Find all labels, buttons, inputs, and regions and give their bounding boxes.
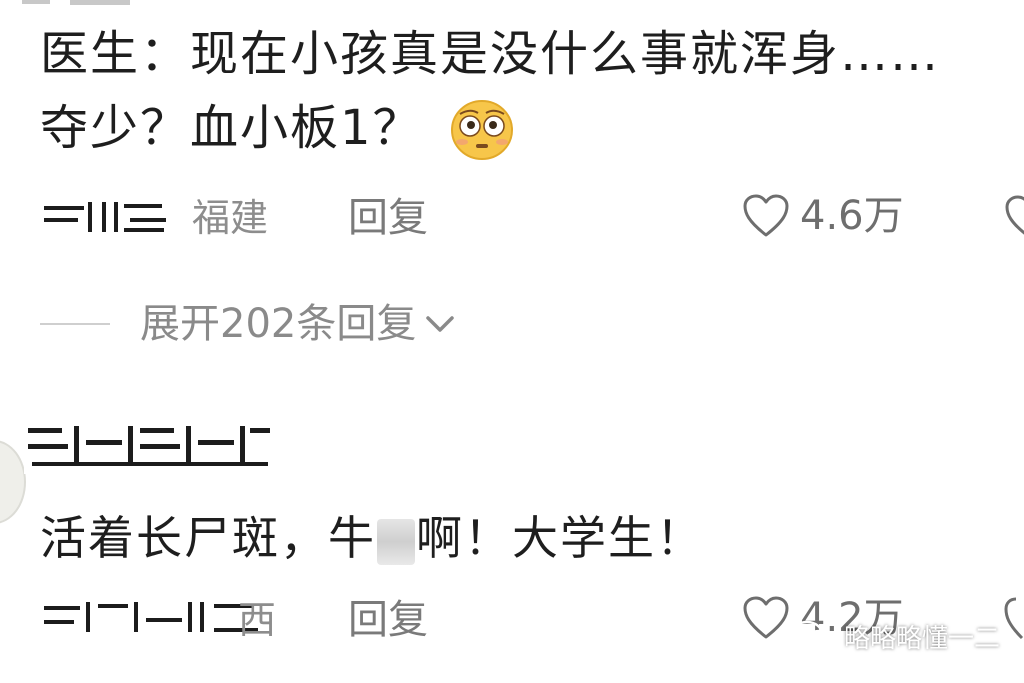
- comment-text-part1: 活着长尸斑，牛: [40, 511, 376, 565]
- heart-icon: [743, 596, 789, 639]
- comment-location: 福建: [192, 196, 269, 240]
- expand-replies[interactable]: 展开202条回复: [40, 300, 458, 348]
- like-count: 4.6万: [800, 193, 904, 239]
- dislike-icon[interactable]: [1004, 194, 1024, 240]
- watermark: 略略略懂一二: [790, 618, 1000, 655]
- username-redacted[interactable]: [24, 418, 274, 474]
- divider-line: [40, 323, 110, 325]
- reply-button[interactable]: 回复: [348, 194, 428, 242]
- reply-button[interactable]: 回复: [348, 596, 428, 644]
- flushed-face-emoji: [451, 100, 513, 160]
- wechat-icon: [790, 620, 834, 652]
- comment-text-line2: 夺少？血小板1？: [40, 100, 423, 156]
- dislike-icon[interactable]: [1004, 596, 1024, 642]
- expand-replies-label: 展开202条回复: [140, 301, 417, 347]
- obscured-character: [377, 518, 415, 565]
- comment-location: 西: [238, 598, 277, 642]
- previous-username-fragment: [0, 0, 150, 14]
- chevron-down-icon: [426, 316, 455, 332]
- avatar[interactable]: [0, 440, 26, 524]
- watermark-text: 略略略懂一二: [844, 624, 1001, 654]
- comment-text: 活着长尸斑，牛 啊！大学生！: [40, 506, 704, 570]
- comment-text-part2: 啊！大学生！: [416, 511, 704, 565]
- heart-icon: [743, 194, 789, 237]
- comment-text-line1: 医生：现在小孩真是没什么事就浑身……: [40, 26, 941, 82]
- username-redacted[interactable]: [38, 196, 178, 240]
- like-button[interactable]: 4.6万: [742, 192, 904, 240]
